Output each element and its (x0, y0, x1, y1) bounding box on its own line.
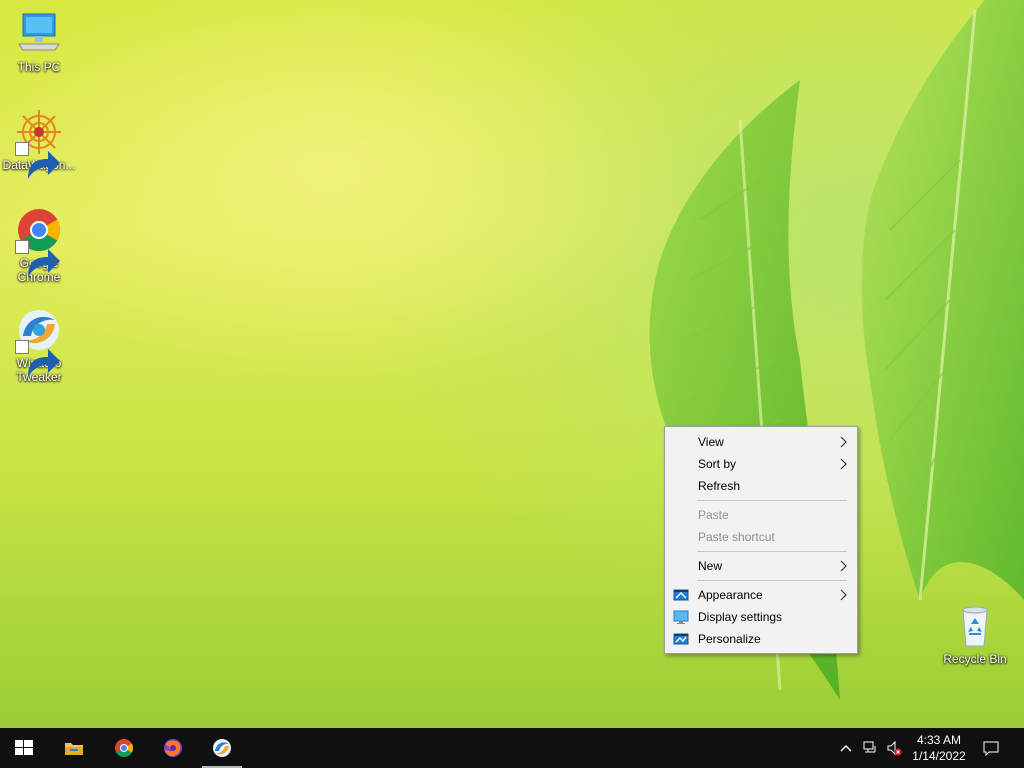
winaero-tweaker-icon (15, 306, 63, 377)
menu-item-paste-shortcut: Paste shortcut (665, 526, 857, 548)
menu-item-view[interactable]: View (665, 431, 857, 453)
menu-item-sort-by[interactable]: Sort by (665, 453, 857, 475)
desktop-icon-winaero-tweaker[interactable]: Winaero Tweaker (1, 306, 77, 384)
desktop-context-menu: View Sort by Refresh Paste Paste shortcu… (664, 426, 858, 654)
appearance-icon (673, 587, 689, 603)
menu-item-appearance[interactable]: Appearance (665, 584, 857, 606)
desktop-icon-recycle-bin[interactable]: Recycle Bin (937, 602, 1013, 666)
file-explorer-icon (65, 743, 83, 755)
taskbar-chrome[interactable] (100, 728, 148, 768)
display-icon (673, 609, 689, 625)
menu-item-display-settings[interactable]: Display settings (665, 606, 857, 628)
start-button[interactable] (0, 728, 48, 768)
firefox-icon (164, 739, 182, 757)
menu-item-paste: Paste (665, 504, 857, 526)
shortcut-arrow-icon (15, 340, 60, 377)
menu-item-personalize[interactable]: Personalize (665, 628, 857, 650)
menu-item-label: New (698, 559, 723, 573)
menu-item-label: Refresh (698, 479, 741, 493)
winaero-tweaker-icon (213, 739, 231, 757)
action-center-icon[interactable] (983, 740, 999, 756)
network-icon[interactable] (862, 740, 878, 756)
wallpaper (649, 0, 1024, 700)
show-hidden-icons-chevron-up-icon[interactable] (838, 740, 854, 756)
desktop-icon-label: Recycle Bin (943, 652, 1007, 666)
menu-item-label: View (698, 435, 724, 449)
shortcut-arrow-icon (15, 240, 60, 277)
recycle-bin-icon (951, 602, 999, 650)
datawagon-icon (15, 108, 63, 179)
menu-item-label: Personalize (698, 632, 761, 646)
chrome-icon (115, 739, 134, 758)
taskbar-clock[interactable]: 4:33 AM 1/14/2022 (906, 732, 972, 764)
desktop-icon-datawagon[interactable]: DataWagon... (1, 108, 77, 179)
menu-item-new[interactable]: New (665, 555, 857, 577)
menu-item-label: Appearance (698, 588, 763, 602)
taskbar-winaero-tweaker[interactable] (198, 728, 246, 768)
personalize-icon (673, 631, 689, 647)
menu-item-refresh[interactable]: Refresh (665, 475, 857, 497)
chevron-right-icon (837, 458, 849, 470)
computer-icon (15, 10, 63, 58)
menu-separator (697, 551, 847, 552)
volume-muted-icon[interactable] (886, 740, 902, 756)
chevron-right-icon (837, 589, 849, 601)
desktop-icon-this-pc[interactable]: This PC (1, 10, 77, 74)
shortcut-arrow-icon (15, 142, 60, 179)
menu-separator (697, 500, 847, 501)
clock-date: 1/14/2022 (912, 749, 966, 763)
taskbar-file-explorer[interactable] (50, 728, 98, 768)
menu-item-label: Paste shortcut (698, 530, 775, 544)
chrome-icon (15, 206, 63, 277)
clock-time: 4:33 AM (916, 733, 962, 747)
menu-item-label: Sort by (698, 457, 737, 471)
menu-item-label: Display settings (698, 610, 783, 624)
desktop-icon-label: This PC (17, 60, 61, 74)
chevron-right-icon (837, 436, 849, 448)
taskbar-firefox[interactable] (149, 728, 197, 768)
menu-separator (697, 580, 847, 581)
desktop-icon-google-chrome[interactable]: Google Chrome (1, 206, 77, 284)
chevron-right-icon (837, 560, 849, 572)
menu-item-label: Paste (698, 508, 729, 522)
taskbar: 4:33 AM 1/14/2022 (0, 728, 1024, 768)
start-icon (15, 740, 33, 755)
